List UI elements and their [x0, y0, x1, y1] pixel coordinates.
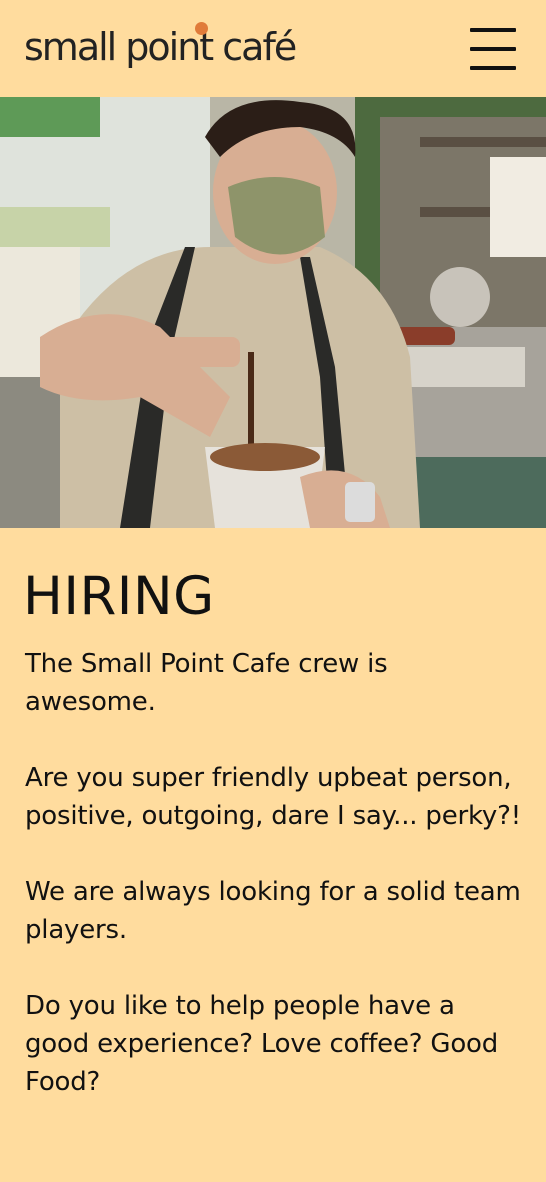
site-header: small point café	[0, 0, 546, 97]
menu-bar-top	[470, 27, 516, 32]
hamburger-menu-button[interactable]	[470, 27, 516, 70]
menu-bar-middle	[470, 46, 516, 51]
paragraph-team: We are always looking for a solid team p…	[25, 877, 521, 945]
main-content: HIRING The Small Point Cafe crew is awes…	[0, 528, 546, 1101]
logo-dot-icon	[195, 21, 208, 35]
hero-photo-illustration	[0, 97, 546, 528]
site-logo[interactable]: small point café	[24, 21, 297, 69]
page-title: HIRING	[23, 566, 215, 627]
menu-bar-bottom	[470, 65, 516, 70]
hero-image	[0, 97, 546, 528]
logo-text: small point café	[24, 24, 297, 69]
paragraph-crew: The Small Point Cafe crew is awesome.	[25, 649, 388, 717]
paragraph-questions: Do you like to help people have a good e…	[25, 991, 499, 1097]
paragraph-personality: Are you super friendly upbeat person, po…	[25, 763, 521, 831]
